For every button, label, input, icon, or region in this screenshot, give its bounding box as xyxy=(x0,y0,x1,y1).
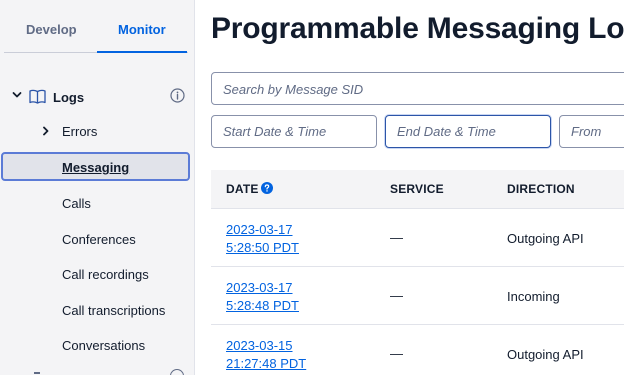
collapsed-chevron-icon xyxy=(34,372,40,374)
date-link[interactable]: 2023-03-17 xyxy=(226,222,293,237)
chevron-down-icon xyxy=(12,92,22,98)
sidebar: Develop Monitor Logs Errors Messaging Ca… xyxy=(0,0,195,375)
search-input[interactable]: Search by Message SID xyxy=(211,72,624,105)
logs-label: Logs xyxy=(53,90,85,105)
sidebar-item-conferences[interactable]: Conferences xyxy=(0,224,194,254)
end-date-placeholder: End Date & Time xyxy=(397,124,496,139)
direction-cell: Incoming xyxy=(507,289,560,304)
column-header-direction[interactable]: DIRECTION xyxy=(507,182,575,196)
sidebar-item-label: Conversations xyxy=(62,338,146,353)
table-row: 2023-03-17 5:28:50 PDT — Outgoing API xyxy=(211,209,624,267)
service-cell: — xyxy=(390,346,403,361)
table-row: 2023-03-15 21:27:48 PDT — Outgoing API xyxy=(211,325,624,375)
sidebar-item-label: Conferences xyxy=(62,232,136,247)
info-icon[interactable] xyxy=(170,88,185,103)
direction-cell: Outgoing API xyxy=(507,231,584,246)
time-link[interactable]: 5:28:50 PDT xyxy=(226,240,299,255)
table-row: 2023-03-17 5:28:48 PDT — Incoming xyxy=(211,267,624,325)
sidebar-item-label: Errors xyxy=(62,124,98,139)
sidebar-item-call-transcriptions[interactable]: Call transcriptions xyxy=(0,295,194,325)
tab-develop[interactable]: Develop xyxy=(26,22,77,37)
search-placeholder: Search by Message SID xyxy=(223,82,364,97)
time-link[interactable]: 21:27:48 PDT xyxy=(226,356,306,371)
info-icon[interactable] xyxy=(170,369,184,375)
sidebar-tabs: Develop Monitor xyxy=(0,0,194,54)
time-link[interactable]: 5:28:48 PDT xyxy=(226,298,299,313)
sidebar-item-conversations[interactable]: Conversations xyxy=(0,330,194,360)
active-tab-indicator xyxy=(97,51,187,53)
service-cell: — xyxy=(390,230,403,245)
sidebar-item-label: Call transcriptions xyxy=(62,303,166,318)
page-title: Programmable Messaging Logs xyxy=(211,12,624,45)
sidebar-item-calls[interactable]: Calls xyxy=(0,188,194,218)
service-cell: — xyxy=(390,288,403,303)
from-placeholder: From xyxy=(571,124,602,139)
column-header-date[interactable]: DATE xyxy=(226,182,259,196)
sidebar-item-call-recordings[interactable]: Call recordings xyxy=(0,259,194,289)
logs-section-header[interactable]: Logs xyxy=(0,86,194,108)
date-link[interactable]: 2023-03-15 xyxy=(226,338,293,353)
table-header: DATE SERVICE DIRECTION xyxy=(211,170,624,209)
sidebar-item-label: Messaging xyxy=(62,160,130,175)
end-date-field[interactable]: End Date & Time xyxy=(385,115,551,148)
main-content: Programmable Messaging Logs Search by Me… xyxy=(195,0,624,375)
sidebar-item-errors[interactable]: Errors xyxy=(0,116,194,146)
tab-monitor[interactable]: Monitor xyxy=(118,22,166,37)
start-date-field[interactable]: Start Date & Time xyxy=(211,115,377,148)
book-icon xyxy=(29,89,46,104)
column-header-service[interactable]: SERVICE xyxy=(390,182,444,196)
sidebar-item-label: Call recordings xyxy=(62,267,149,282)
start-date-placeholder: Start Date & Time xyxy=(223,124,327,139)
from-field[interactable]: From xyxy=(559,115,624,148)
help-icon[interactable] xyxy=(261,182,273,194)
date-link[interactable]: 2023-03-17 xyxy=(226,280,293,295)
chevron-right-icon xyxy=(43,126,49,136)
direction-cell: Outgoing API xyxy=(507,347,584,362)
sidebar-item-label: Calls xyxy=(62,196,91,211)
sidebar-item-messaging[interactable]: Messaging xyxy=(1,152,190,181)
